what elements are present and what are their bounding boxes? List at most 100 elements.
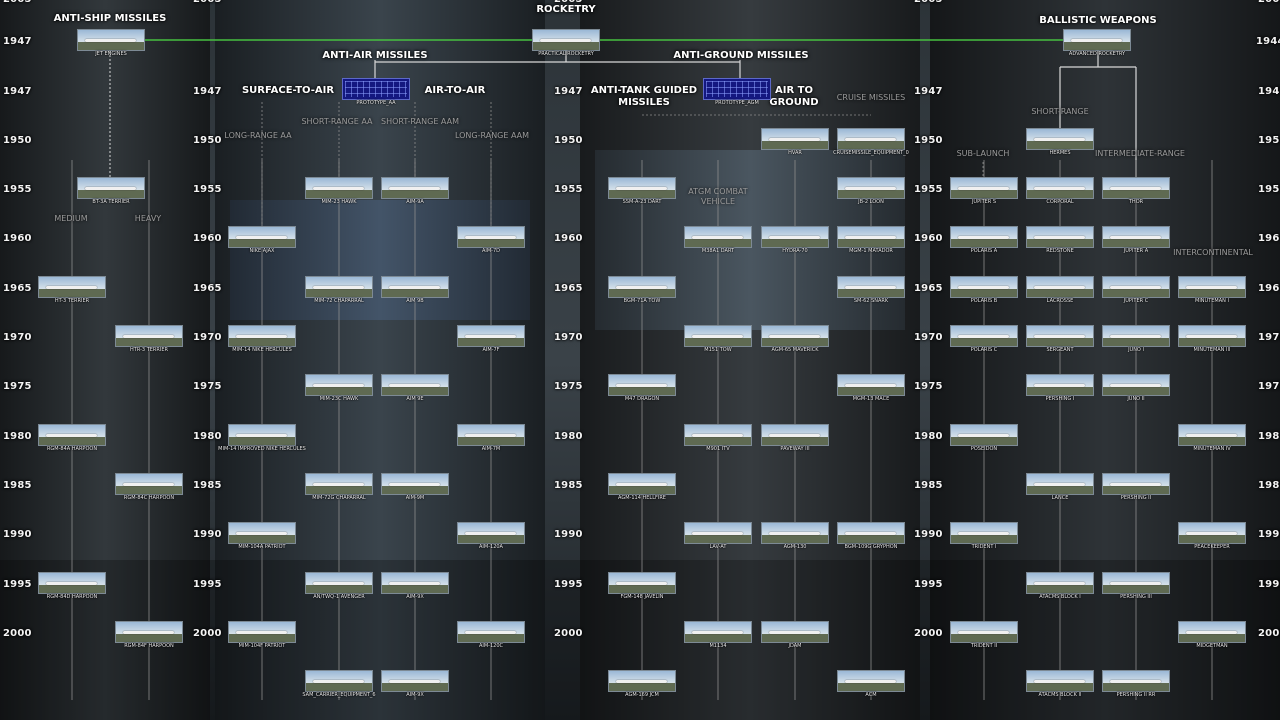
tech-node-jcm[interactable] xyxy=(608,670,676,692)
tech-node-thor[interactable] xyxy=(1102,177,1170,199)
tech-node-practical[interactable] xyxy=(532,29,600,51)
missile-icon xyxy=(235,630,288,634)
tech-node-juno2[interactable] xyxy=(1102,374,1170,396)
tech-node-m901[interactable] xyxy=(684,424,752,446)
tech-node-chap72g[interactable] xyxy=(305,473,373,495)
tech-node-jupiterc[interactable] xyxy=(1102,276,1170,298)
tech-node-aim9a[interactable] xyxy=(381,177,449,199)
node-thumbnail-ground xyxy=(951,289,1017,297)
tech-node-m1134[interactable] xyxy=(684,621,752,643)
tech-node-polarisb[interactable] xyxy=(950,276,1018,298)
tech-node-rgm84d[interactable] xyxy=(38,572,106,594)
tech-node-polarisc[interactable] xyxy=(950,325,1018,347)
tech-node-javelin[interactable] xyxy=(608,572,676,594)
tech-node-mim104a[interactable] xyxy=(228,522,296,544)
tech-node-aim9e[interactable] xyxy=(381,374,449,396)
tech-node-snark[interactable] xyxy=(837,276,905,298)
tech-node-hydra[interactable] xyxy=(761,226,829,248)
tech-node-hawk23c[interactable] xyxy=(305,374,373,396)
tech-node-mim14[interactable] xyxy=(228,325,296,347)
tech-node-jdam[interactable] xyxy=(761,621,829,643)
tech-node-avenger[interactable] xyxy=(305,572,373,594)
tech-node-mace[interactable] xyxy=(837,374,905,396)
tech-node-juno1[interactable] xyxy=(1102,325,1170,347)
tech-node-aim120c[interactable] xyxy=(457,621,525,643)
tech-node-chap[interactable] xyxy=(305,276,373,298)
tech-node-aim9m[interactable] xyxy=(381,473,449,495)
tech-node-m38a1[interactable] xyxy=(684,226,752,248)
tech-node-corporal[interactable] xyxy=(1026,177,1094,199)
missile-icon xyxy=(844,285,897,289)
node-thumbnail-ground xyxy=(229,535,295,543)
tech-node-aim9b[interactable] xyxy=(381,276,449,298)
tech-node-ajax[interactable] xyxy=(228,226,296,248)
tech-node-paveway[interactable] xyxy=(761,424,829,446)
tech-node-midgetman[interactable] xyxy=(1178,621,1246,643)
tech-node-minuteman3[interactable] xyxy=(1178,325,1246,347)
tech-node-jupitera[interactable] xyxy=(1102,226,1170,248)
tech-node-pershing1[interactable] xyxy=(1026,374,1094,396)
tech-node-poseidon[interactable] xyxy=(950,424,1018,446)
tech-node-ht3[interactable] xyxy=(38,276,106,298)
tech-node-trident1[interactable] xyxy=(950,522,1018,544)
tech-node-aim120a[interactable] xyxy=(457,522,525,544)
tech-node-agm130[interactable] xyxy=(761,522,829,544)
tech-node-m151[interactable] xyxy=(684,325,752,347)
tech-node-dragon[interactable] xyxy=(608,374,676,396)
tech-node-rgm84f[interactable] xyxy=(115,621,183,643)
tech-node-proto_agm[interactable] xyxy=(703,78,771,100)
tech-node-hellfire[interactable] xyxy=(608,473,676,495)
tech-node-atacms2[interactable] xyxy=(1026,670,1094,692)
tech-node-aim7d[interactable] xyxy=(457,226,525,248)
tech-node-aim9x_05[interactable] xyxy=(381,670,449,692)
category-rocketry: ROCKETRY xyxy=(536,4,596,15)
tech-node-mim104f[interactable] xyxy=(228,621,296,643)
tech-node-jet[interactable] xyxy=(77,29,145,51)
tech-node-rgm84c[interactable] xyxy=(115,473,183,495)
tech-node-polarisa[interactable] xyxy=(950,226,1018,248)
subcategory-heavy: HEAVY xyxy=(134,214,162,223)
missile-icon xyxy=(312,482,365,486)
tech-node-aim7f[interactable] xyxy=(457,325,525,347)
tech-node-advanced[interactable] xyxy=(1063,29,1131,51)
tech-node-maverick[interactable] xyxy=(761,325,829,347)
tech-node-cruiseeq[interactable] xyxy=(837,128,905,150)
tech-node-tow[interactable] xyxy=(608,276,676,298)
tech-node-lacrosse[interactable] xyxy=(1026,276,1094,298)
year-label-col0-1980: 1980 xyxy=(3,431,32,442)
tech-node-hawk[interactable] xyxy=(305,177,373,199)
tech-node-trident2[interactable] xyxy=(950,621,1018,643)
tech-node-htr3[interactable] xyxy=(115,325,183,347)
tech-node-minuteman4[interactable] xyxy=(1178,424,1246,446)
year-label-col4-1960: 1960 xyxy=(1258,233,1280,244)
tech-node-hvar[interactable] xyxy=(761,128,829,150)
tech-node-jupiters[interactable] xyxy=(950,177,1018,199)
tech-node-pershing2[interactable] xyxy=(1102,473,1170,495)
tech-node-atacms1[interactable] xyxy=(1026,572,1094,594)
tech-node-samcarrier[interactable] xyxy=(305,670,373,692)
tech-node-peacekeeper[interactable] xyxy=(1178,522,1246,544)
tech-node-rgm84a[interactable] xyxy=(38,424,106,446)
tech-node-label: JB-2 LOON xyxy=(858,199,884,205)
tech-node-loon[interactable] xyxy=(837,177,905,199)
tech-node-mim14imp[interactable] xyxy=(228,424,296,446)
tech-node-lance[interactable] xyxy=(1026,473,1094,495)
tech-node-acm[interactable] xyxy=(837,670,905,692)
tech-node-sergeant[interactable] xyxy=(1026,325,1094,347)
tech-node-dart[interactable] xyxy=(608,177,676,199)
missile-icon xyxy=(1185,531,1238,535)
tech-node-gryphon[interactable] xyxy=(837,522,905,544)
tech-node-hermes[interactable] xyxy=(1026,128,1094,150)
tech-node-pershing2rr[interactable] xyxy=(1102,670,1170,692)
tech-node-aim7m[interactable] xyxy=(457,424,525,446)
tech-node-pershing3[interactable] xyxy=(1102,572,1170,594)
year-label-col2-1955: 1955 xyxy=(554,184,583,195)
tech-node-minuteman1[interactable] xyxy=(1178,276,1246,298)
tech-node-bt3a[interactable] xyxy=(77,177,145,199)
tech-node-redstone[interactable] xyxy=(1026,226,1094,248)
tech-node-aim9x_95[interactable] xyxy=(381,572,449,594)
tech-node-proto_aa[interactable] xyxy=(342,78,410,100)
node-thumbnail-ground xyxy=(306,585,372,593)
tech-node-lavat[interactable] xyxy=(684,522,752,544)
tech-node-matador[interactable] xyxy=(837,226,905,248)
